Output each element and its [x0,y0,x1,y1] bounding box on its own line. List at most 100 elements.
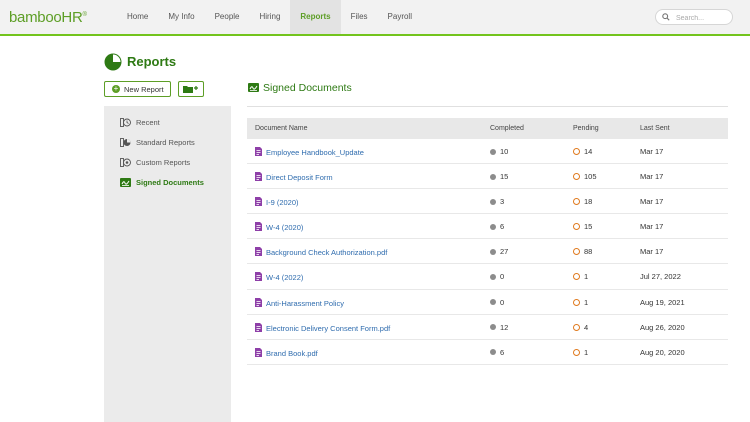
document-icon [255,347,262,359]
document-link[interactable]: Employee Handbook_Update [266,148,364,157]
logo-suffix: HR [61,9,83,26]
sidebar-item-signed-documents[interactable]: Signed Documents [120,178,204,187]
pending-clock-icon [573,173,580,181]
completed-count: 0 [500,297,505,307]
last-sent-cell: Mar 17 [640,172,663,181]
search-box[interactable] [655,9,734,25]
column-header-pending[interactable]: Pending [573,125,599,132]
signature-icon [248,83,259,92]
completed-cell: 0 [490,298,504,307]
sidebar-item-custom-reports[interactable]: Custom Reports [120,158,190,167]
pending-cell: 18 [573,197,592,206]
checkmark-icon [490,273,496,280]
checkmark-icon [490,324,496,331]
last-sent-date: Aug 20, 2020 [640,347,685,357]
table-row: I-9 (2020) 3 18 Mar 17 [247,189,728,215]
column-header-last-sent[interactable]: Last Sent [640,125,670,132]
top-bar: bambooHR® Home My Info People Hiring Rep… [0,0,750,36]
document-icon [255,197,262,208]
nav-home[interactable]: Home [117,0,158,34]
document-name-cell: Brand Book.pdf [255,347,318,359]
completed-cell: 6 [490,222,504,231]
last-sent-date: Mar 17 [640,147,664,156]
document-name-cell: W-4 (2022) [255,272,303,283]
bamboohr-logo[interactable]: bambooHR® [9,9,87,26]
sidebar-item-standard-reports[interactable]: Standard Reports [120,138,195,147]
last-sent-cell: Mar 17 [640,147,663,156]
document-link[interactable]: W-4 (2020) [266,223,303,232]
pending-cell: 4 [573,323,588,332]
checkmark-icon [490,198,496,205]
standard-reports-icon [120,138,131,147]
completed-count: 10 [500,147,509,156]
document-name-cell: Electronic Delivery Consent Form.pdf [255,322,390,334]
pending-clock-icon [573,348,580,356]
signed-documents-table: Document Name Completed Pending Last Sen… [247,118,728,365]
main-nav: Home My Info People Hiring Reports Files… [117,0,422,34]
completed-count: 27 [500,247,509,257]
completed-count: 0 [500,272,505,282]
document-link[interactable]: Brand Book.pdf [266,349,318,358]
document-name-cell: W-4 (2020) [255,222,303,233]
pending-clock-icon [573,298,580,306]
pending-count: 14 [584,147,593,156]
logo-mark: ® [82,12,87,18]
search-input[interactable] [674,11,734,25]
sidebar-item-recent[interactable]: Recent [120,118,160,127]
completed-cell: 12 [490,323,508,332]
last-sent-cell: Mar 17 [640,197,663,206]
table-row: Background Check Authorization.pdf 27 88 Ma… [247,239,728,265]
document-link[interactable]: W-4 (2022) [266,273,303,282]
last-sent-date: Mar 17 [640,247,664,257]
document-icon [255,222,262,233]
nav-reports[interactable]: Reports [290,0,341,34]
checkmark-icon [490,299,496,306]
last-sent-date: Aug 19, 2021 [640,297,685,307]
logo-text: bamboo [9,9,62,26]
document-name-cell: Employee Handbook_Update [255,147,364,158]
document-link[interactable]: I-9 (2020) [266,198,299,207]
reports-sidebar: Recent Standard Reports Custom Reports S… [104,106,231,422]
page-title: Reports [127,54,177,69]
nav-hiring[interactable]: Hiring [250,0,291,34]
nav-payroll[interactable]: Payroll [378,0,422,34]
sidebar-item-label: Signed Documents [136,178,204,187]
pending-count: 1 [584,347,589,357]
completed-cell: 3 [490,197,504,206]
checkmark-icon [490,148,496,155]
document-link[interactable]: Anti-Harassment Policy [266,299,344,308]
clock-icon [120,118,131,127]
document-link[interactable]: Background Check Authorization.pdf [266,248,387,257]
last-sent-cell: Mar 17 [640,222,663,231]
pending-count: 1 [584,297,589,307]
nav-files[interactable]: Files [341,0,378,34]
column-header-completed[interactable]: Completed [490,125,524,132]
last-sent-cell: Mar 17 [640,247,663,256]
checkmark-icon [490,223,496,230]
column-header-document-name[interactable]: Document Name [255,125,308,132]
nav-my-info[interactable]: My Info [158,0,204,34]
completed-count: 12 [500,322,509,332]
pending-clock-icon [573,273,580,281]
table-row: W-4 (2020) 6 15 Mar 17 [247,214,728,240]
document-name-cell: Anti-Harassment Policy [255,297,344,309]
folder-plus-icon [183,86,198,93]
table-header: Document Name Completed Pending Last Sen… [247,118,728,139]
divider [247,106,728,107]
checkmark-icon [490,349,496,356]
new-report-button[interactable]: + New Report [104,81,171,97]
new-report-label: New Report [124,84,164,94]
document-link[interactable]: Direct Deposit Form [266,173,333,182]
pie-chart-icon [104,53,122,71]
sidebar-item-label: Custom Reports [136,158,191,167]
completed-cell: 6 [490,348,504,357]
checkmark-icon [490,248,496,255]
table-row: Direct Deposit Form 15 105 Mar 17 [247,164,728,190]
nav-people[interactable]: People [205,0,250,34]
last-sent-date: Jul 27, 2022 [640,272,681,282]
new-folder-button[interactable] [178,81,204,97]
last-sent-cell: Aug 26, 2020 [640,323,685,332]
pending-cell: 14 [573,147,592,156]
document-link[interactable]: Electronic Delivery Consent Form.pdf [266,324,390,333]
last-sent-date: Aug 26, 2020 [640,322,685,332]
